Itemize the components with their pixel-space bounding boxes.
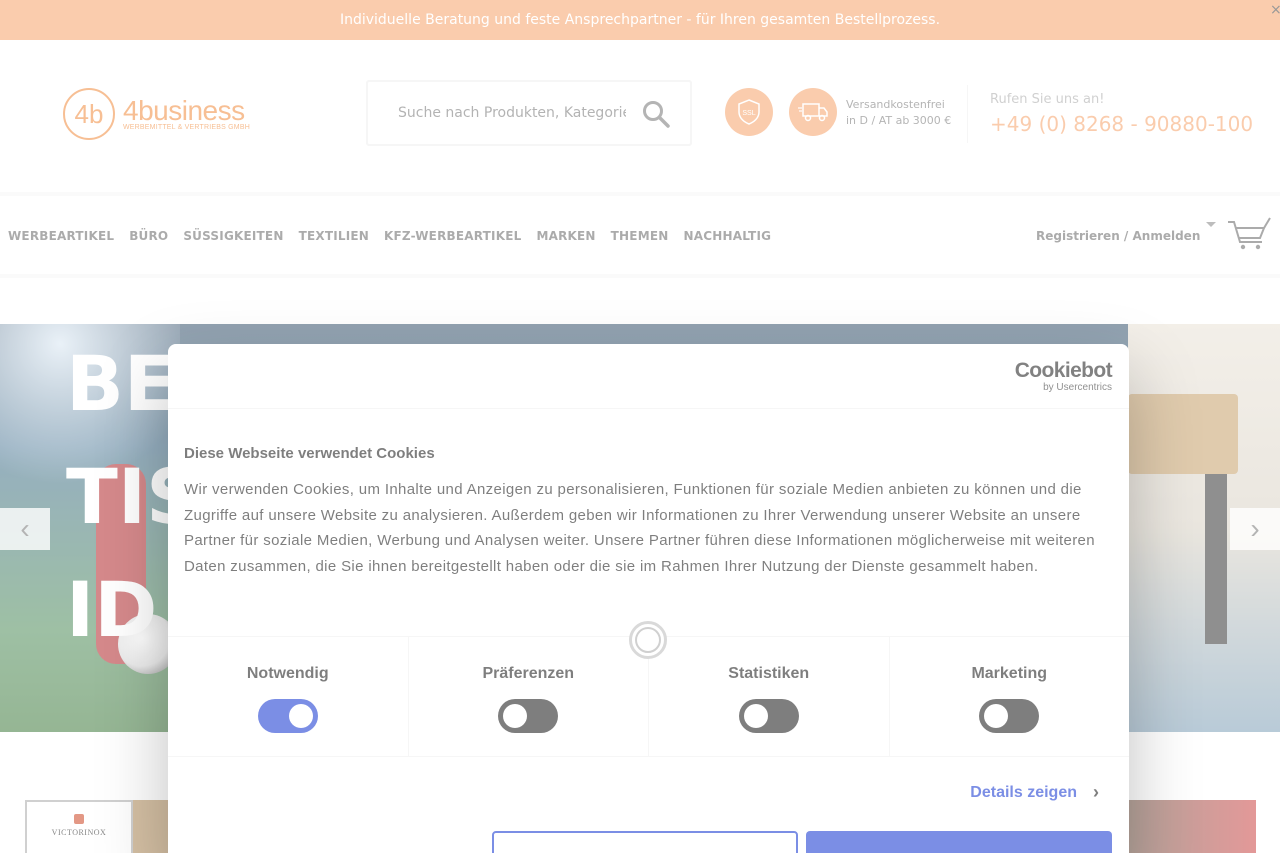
category-necessary: Notwendig (168, 637, 409, 756)
cookiebot-subtitle: by Usercentrics (1043, 382, 1112, 393)
dialog-text: Wir verwenden Cookies, um Inhalte und An… (184, 481, 1095, 575)
category-label: Präferenzen (482, 665, 575, 682)
dialog-header: Cookiebot by Usercentrics (168, 344, 1129, 409)
category-marketing: Marketing (890, 637, 1130, 756)
cookie-consent-dialog: Cookiebot by Usercentrics Diese Webseite… (168, 344, 1129, 853)
cookiebot-logo: Cookiebot by Usercentrics (1014, 359, 1113, 394)
category-label: Statistiken (728, 665, 810, 682)
toggle-preferences[interactable] (498, 699, 559, 733)
dialog-title: Diese Webseite verwendet Cookies (184, 445, 435, 462)
details-label: Details zeigen (970, 783, 1077, 801)
toggle-knob (984, 704, 1009, 728)
toggle-knob (288, 704, 313, 728)
toggle-knob (503, 704, 528, 728)
toggle-necessary[interactable] (257, 699, 318, 733)
category-statistics: Statistiken (649, 637, 890, 756)
category-label: Notwendig (246, 665, 329, 682)
chevron-right-icon: › (1093, 782, 1099, 802)
accept-button[interactable] (806, 831, 1112, 853)
cookiebot-name: Cookiebot (1014, 359, 1113, 382)
toggle-marketing[interactable] (979, 699, 1040, 733)
category-preferences: Präferenzen (409, 637, 649, 756)
category-label: Marketing (971, 665, 1048, 682)
details-toggle[interactable]: Details zeigen › (970, 782, 1099, 803)
toggle-knob (743, 704, 768, 728)
dialog-body: Diese Webseite verwendet Cookies Wir ver… (168, 409, 1129, 636)
toggle-statistics[interactable] (738, 699, 799, 733)
deny-button[interactable] (492, 831, 798, 853)
scroll-indicator-icon[interactable] (629, 621, 667, 659)
